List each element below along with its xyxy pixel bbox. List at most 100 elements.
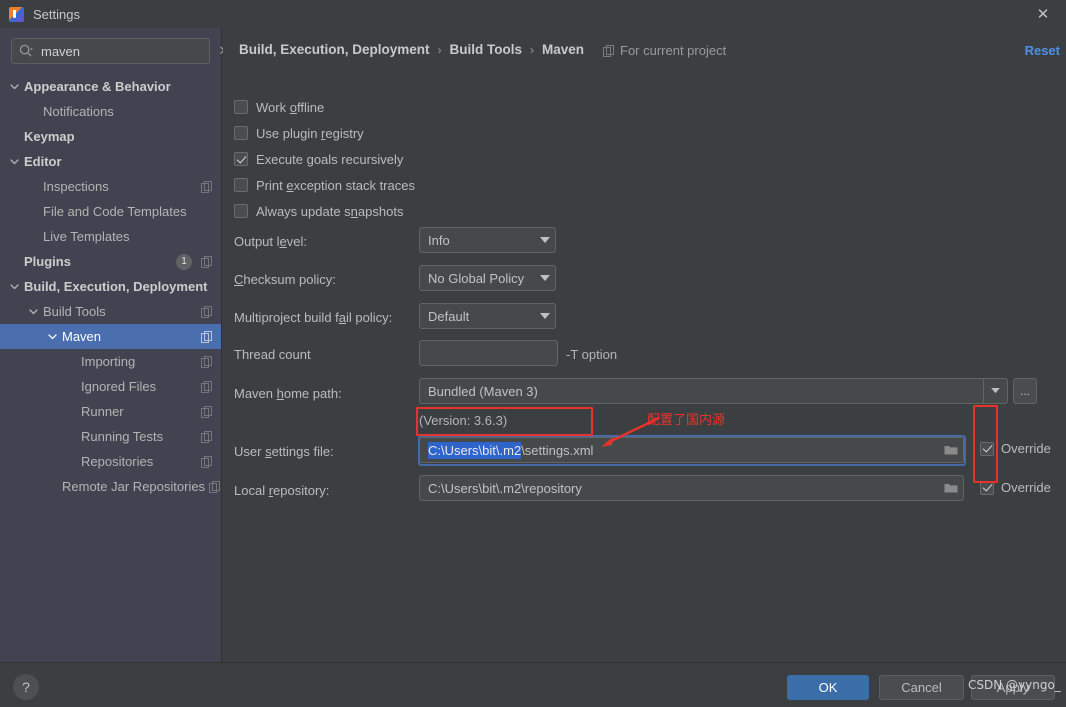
copy-icon[interactable]: [201, 380, 213, 393]
chevron-down-icon[interactable]: [8, 80, 21, 93]
help-button[interactable]: ?: [13, 674, 39, 700]
folder-icon[interactable]: [939, 482, 963, 494]
sidebar-item-label: Remote Jar Repositories: [62, 479, 206, 494]
copy-icon[interactable]: [201, 355, 213, 368]
maven-home-browse-button[interactable]: ...: [1013, 378, 1037, 404]
multiproject-policy-dropdown[interactable]: Default: [419, 303, 556, 329]
sidebar-item-label: Inspections: [43, 179, 109, 194]
user-settings-override[interactable]: Override: [980, 441, 1051, 456]
folder-icon[interactable]: [939, 444, 963, 456]
sidebar-item-running-tests[interactable]: Running Tests: [0, 424, 221, 449]
settings-dialog: Settings ✕ ✕ Appearance & Behavior Notifi…: [0, 0, 1066, 707]
thread-count-input[interactable]: [419, 340, 558, 366]
local-repository-label: Local repository:: [234, 483, 330, 498]
sidebar-item-plugins[interactable]: Plugins 1: [0, 249, 221, 274]
ok-button[interactable]: OK: [787, 675, 869, 700]
copy-icon[interactable]: [201, 430, 213, 443]
local-repository-input[interactable]: C:\Users\bit\.m2\repository: [419, 475, 964, 501]
close-icon[interactable]: ✕: [1028, 3, 1058, 25]
output-level-dropdown[interactable]: Info: [419, 227, 556, 253]
sidebar-item-notifications[interactable]: Notifications: [0, 99, 221, 124]
checkbox-execute-goals-recursively-box[interactable]: [234, 152, 248, 166]
sidebar-item-ignored-files[interactable]: Ignored Files: [0, 374, 221, 399]
checkbox-use-plugin-registry[interactable]: Use plugin registry: [234, 124, 364, 142]
reset-link[interactable]: Reset: [1025, 43, 1060, 58]
checkbox-work-offline-box[interactable]: [234, 100, 248, 114]
checkbox-work-offline[interactable]: Work offline: [234, 98, 324, 116]
chevron-down-icon[interactable]: [8, 280, 21, 293]
thread-count-label: Thread count: [234, 347, 311, 362]
sidebar-item-remote-jar-repositories[interactable]: Remote Jar Repositories: [0, 474, 221, 499]
breadcrumb-item-0[interactable]: Build, Execution, Deployment: [239, 42, 430, 57]
user-settings-file-selected-text: C:\Users\bit\.m2: [428, 441, 522, 459]
checksum-policy-dropdown[interactable]: No Global Policy: [419, 265, 556, 291]
copy-icon[interactable]: [201, 330, 213, 343]
maven-home-path-dropdown[interactable]: Bundled (Maven 3): [419, 378, 1008, 404]
cancel-button[interactable]: Cancel: [879, 675, 964, 700]
sidebar-item-keymap[interactable]: Keymap: [0, 124, 221, 149]
checkbox-execute-goals-recursively-label: Execute goals recursively: [256, 151, 404, 167]
chevron-down-icon[interactable]: [27, 305, 40, 318]
sidebar-item-label: Appearance & Behavior: [24, 79, 171, 94]
checkbox-always-update-snapshots[interactable]: Always update snapshots: [234, 202, 403, 220]
checkbox-print-exception-stack-traces-label: Print exception stack traces: [256, 177, 415, 193]
chevron-down-icon[interactable]: [983, 379, 1007, 403]
sidebar-item-build-tools[interactable]: Build Tools: [0, 299, 221, 324]
multiproject-policy-label: Multiproject build fail policy:: [234, 310, 393, 325]
checkbox-use-plugin-registry-box[interactable]: [234, 126, 248, 140]
breadcrumb-item-1[interactable]: Build Tools: [450, 42, 523, 57]
local-repository-override[interactable]: Override: [980, 480, 1051, 495]
checkbox-use-plugin-registry-label: Use plugin registry: [256, 125, 364, 141]
sidebar-item-maven[interactable]: Maven: [0, 324, 221, 349]
local-repository-override-checkbox[interactable]: [980, 480, 994, 495]
sidebar-item-label: Keymap: [24, 129, 75, 144]
checkbox-always-update-snapshots-box[interactable]: [234, 204, 248, 218]
sidebar-item-repositories[interactable]: Repositories: [0, 449, 221, 474]
sidebar-item-file-and-code-templates[interactable]: File and Code Templates: [0, 199, 221, 224]
copy-icon[interactable]: [201, 305, 213, 318]
checkbox-execute-goals-recursively[interactable]: Execute goals recursively: [234, 150, 403, 168]
sidebar-item-importing[interactable]: Importing: [0, 349, 221, 374]
user-settings-override-checkbox[interactable]: [980, 441, 994, 456]
copy-icon[interactable]: [201, 455, 213, 468]
copy-icon[interactable]: [209, 480, 221, 493]
copy-icon[interactable]: [201, 405, 213, 418]
settings-sidebar: ✕ Appearance & Behavior Notifications Keym…: [0, 28, 229, 662]
sidebar-item-build-execution-deployment[interactable]: Build, Execution, Deployment: [0, 274, 221, 299]
checkbox-print-exception-stack-traces-box[interactable]: [234, 178, 248, 192]
copy-icon: [603, 44, 615, 57]
sidebar-item-label: Runner: [81, 404, 124, 419]
chevron-down-icon[interactable]: [46, 330, 59, 343]
local-repository-override-label: Override: [1001, 480, 1051, 495]
search-box[interactable]: ✕: [11, 38, 229, 64]
checkbox-print-exception-stack-traces[interactable]: Print exception stack traces: [234, 176, 415, 194]
sidebar-item-runner[interactable]: Runner: [0, 399, 221, 424]
search-input[interactable]: [34, 43, 217, 59]
user-settings-file-rest-text: \settings.xml: [521, 442, 594, 458]
apply-button[interactable]: Apply: [971, 675, 1055, 700]
sidebar-item-editor[interactable]: Editor: [0, 149, 221, 174]
sidebar-item-label: Importing: [81, 354, 136, 369]
user-settings-file-input[interactable]: C:\Users\bit\.m2\settings.xml: [419, 437, 964, 463]
sidebar-item-label: Notifications: [43, 104, 114, 119]
settings-tree: Appearance & Behavior Notifications Keymap…: [0, 74, 221, 499]
copy-icon[interactable]: [201, 255, 213, 268]
title-bar: Settings ✕: [0, 0, 1066, 28]
chevron-down-icon: [535, 274, 555, 282]
local-repository-value: C:\Users\bit\.m2\repository: [428, 480, 582, 496]
sidebar-item-label: File and Code Templates: [43, 204, 187, 219]
sidebar-item-live-templates[interactable]: Live Templates: [0, 224, 221, 249]
sidebar-item-appearance-behavior[interactable]: Appearance & Behavior: [0, 74, 221, 99]
search-area: ✕: [0, 28, 229, 64]
for-current-project-label: For current project: [603, 43, 726, 58]
sidebar-item-badge: 1: [176, 253, 192, 270]
copy-icon[interactable]: [201, 180, 213, 193]
sidebar-item-inspections[interactable]: Inspections: [0, 174, 221, 199]
chevron-down-icon: [535, 236, 555, 244]
chevron-down-icon[interactable]: [8, 155, 21, 168]
